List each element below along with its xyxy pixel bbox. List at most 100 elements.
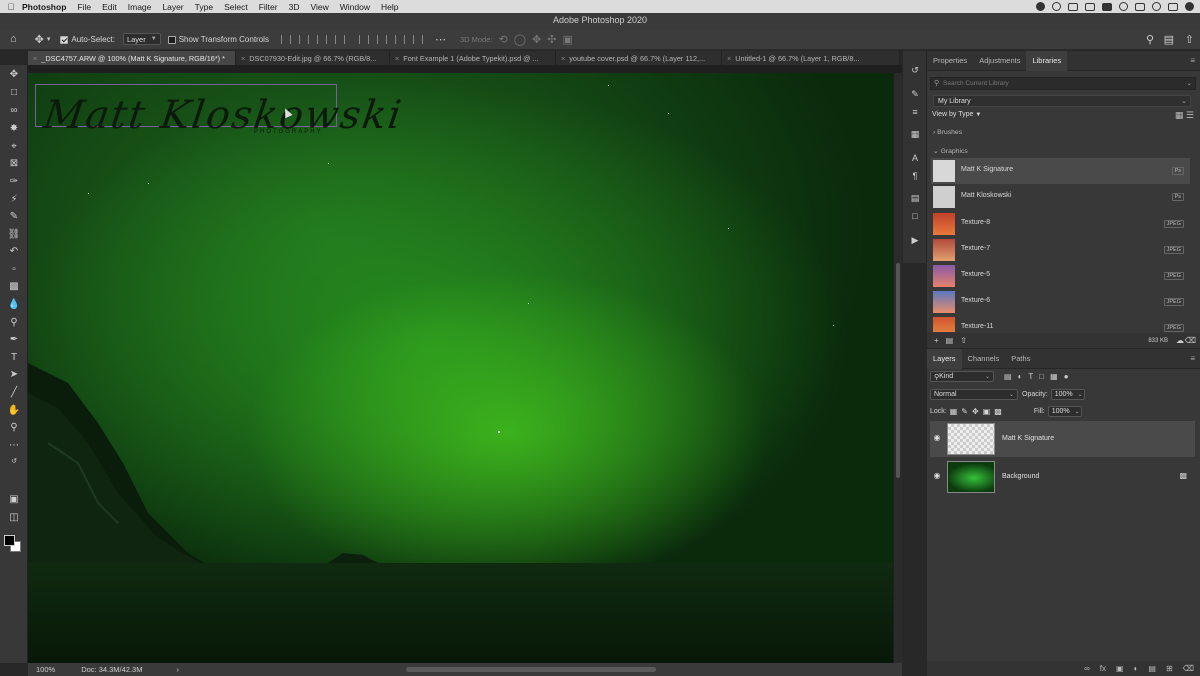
shape-filter-icon[interactable]: □	[1039, 372, 1044, 381]
library-select[interactable]: My Library ⌄	[933, 95, 1191, 107]
menu-view[interactable]: View	[310, 2, 328, 12]
eye-icon[interactable]: ◉	[932, 434, 942, 442]
library-item[interactable]: Matt Kloskowski Ps	[931, 184, 1190, 210]
lock-image-icon[interactable]: ✎	[961, 407, 968, 416]
marquee-tool-icon[interactable]: □	[6, 86, 22, 100]
line-tool-icon[interactable]: ╱	[6, 386, 22, 400]
align-right-icon[interactable]	[316, 34, 327, 44]
wifi-icon[interactable]	[1119, 2, 1128, 11]
blend-mode-dropdown[interactable]: Normal ⌄	[930, 389, 1018, 400]
play-action-icon[interactable]: ▶	[909, 235, 921, 245]
upload-icon[interactable]: ⇧	[960, 336, 967, 345]
new-layer-icon[interactable]: ⊞	[1166, 664, 1173, 673]
align-left-icon[interactable]	[280, 34, 291, 44]
glyphs-panel-icon[interactable]: ▤	[909, 193, 921, 203]
link-layers-icon[interactable]: ∞	[1084, 664, 1090, 673]
chevron-down-icon[interactable]: ⌄	[1078, 391, 1083, 398]
dropbox-icon[interactable]	[1052, 2, 1061, 11]
creative-cloud-icon[interactable]	[1036, 2, 1045, 11]
tab-properties[interactable]: Properties	[927, 51, 973, 71]
share-icon[interactable]: ⇧	[1185, 33, 1194, 46]
home-icon[interactable]: ⌂	[10, 33, 17, 45]
close-icon[interactable]: ×	[727, 54, 731, 63]
distribute-vertical-icon[interactable]	[412, 34, 423, 44]
layer-row[interactable]: ◉ Background ▩	[930, 459, 1195, 495]
swap-colors-icon[interactable]: ↺	[6, 455, 22, 469]
tool-preset-chevron-icon[interactable]: ▾	[47, 35, 51, 43]
signature-layer-bounds[interactable]: Matt Kloskowski PHOTOGRAPHY	[35, 84, 406, 138]
tab-libraries[interactable]: Libraries	[1026, 50, 1068, 71]
grid-view-icon[interactable]: ▦	[1175, 110, 1184, 120]
distribute-horizontal-icon[interactable]	[334, 34, 345, 44]
gradient-tool-icon[interactable]: ▩	[6, 280, 22, 294]
tab-adjustments[interactable]: Adjustments	[973, 51, 1026, 71]
quick-mask-icon[interactable]: ▣	[6, 493, 22, 507]
vertical-scrollbar[interactable]	[894, 73, 902, 663]
history-panel-icon[interactable]: ↺	[909, 65, 921, 75]
menu-3d[interactable]: 3D	[289, 2, 300, 12]
eye-icon[interactable]: ◉	[932, 472, 942, 480]
type-tool-icon[interactable]: T	[6, 351, 22, 365]
doc-tab-4[interactable]: × youtube cover.psd @ 66.7% (Layer 112,.…	[556, 51, 722, 65]
image-canvas[interactable]: Matt Kloskowski PHOTOGRAPHY	[28, 73, 893, 663]
pen-tool-icon[interactable]: ✒	[6, 333, 22, 347]
spotlight-icon[interactable]	[1152, 2, 1161, 11]
panel-menu-icon[interactable]: ≡	[1190, 354, 1195, 363]
group-folder-icon[interactable]: ▤	[1148, 664, 1156, 673]
crop-tool-icon[interactable]: ⌖	[6, 140, 22, 154]
lasso-tool-icon[interactable]: ∞	[6, 104, 22, 118]
clone-source-icon[interactable]: ▦	[909, 129, 921, 139]
align-bottom-icon[interactable]	[394, 34, 405, 44]
menu-file[interactable]: File	[77, 2, 91, 12]
layer-filter-kind-dropdown[interactable]: ⚲ Kind ⌄	[930, 371, 994, 382]
type-filter-icon[interactable]: T	[1028, 372, 1033, 381]
siri-icon[interactable]	[1185, 2, 1194, 11]
healing-brush-tool-icon[interactable]: ⚡	[6, 193, 22, 207]
history-brush-tool-icon[interactable]: ↶	[6, 245, 22, 259]
opacity-input[interactable]: 100% ⌄	[1050, 389, 1085, 400]
menu-window[interactable]: Window	[340, 2, 370, 12]
search-icon[interactable]: ⚲	[1146, 33, 1154, 46]
library-item[interactable]: Texture-7 JPEG	[931, 237, 1190, 263]
brush-tool-icon[interactable]: ✎	[6, 210, 22, 224]
layer-mask-icon[interactable]: ▣	[1116, 664, 1124, 673]
lock-artboard-icon[interactable]: ▣	[983, 407, 991, 416]
filter-toggle-icon[interactable]: ●	[1064, 372, 1069, 381]
move-tool-icon[interactable]: ✥	[6, 68, 22, 82]
horizontal-scrollbar[interactable]	[406, 667, 656, 672]
screen-record-icon[interactable]	[1085, 2, 1095, 11]
menu-edit[interactable]: Edit	[102, 2, 117, 12]
paragraph-panel-icon[interactable]: ¶	[909, 171, 921, 181]
more-options-icon[interactable]: ⋯	[435, 33, 446, 46]
close-icon[interactable]: ×	[561, 54, 565, 63]
chevron-right-icon[interactable]: ›	[176, 665, 179, 674]
control-center-icon[interactable]	[1168, 2, 1178, 11]
clone-stamp-tool-icon[interactable]: ⛓	[6, 228, 22, 242]
doc-tab-2[interactable]: × DSC07930-Edit.jpg @ 66.7% (RGB/8...	[236, 51, 390, 65]
notes-panel-icon[interactable]: □	[909, 211, 921, 221]
layer-row[interactable]: ◉ Matt K Signature	[930, 421, 1195, 457]
menu-layer[interactable]: Layer	[162, 2, 183, 12]
path-selection-tool-icon[interactable]: ➤	[6, 368, 22, 382]
doc-tab-3[interactable]: × Font Example 1 (Adobe Typekit).psd @ .…	[390, 51, 556, 65]
auto-select-checkbox[interactable]	[60, 36, 69, 44]
dodge-tool-icon[interactable]: ⚲	[6, 316, 22, 330]
pixel-filter-icon[interactable]: ▤	[1004, 372, 1012, 381]
show-transform-checkbox[interactable]	[167, 36, 176, 44]
menu-help[interactable]: Help	[381, 2, 398, 12]
show-transform-toggle[interactable]: Show Transform Controls	[167, 35, 269, 44]
menu-select[interactable]: Select	[224, 2, 248, 12]
align-middle-icon[interactable]	[376, 34, 387, 44]
library-item[interactable]: Matt K Signature Ps	[931, 158, 1190, 184]
trash-icon[interactable]: ⌫	[1183, 664, 1194, 673]
blur-tool-icon[interactable]: 💧	[6, 298, 22, 312]
brush-settings-icon[interactable]: ✎	[909, 89, 921, 99]
tab-layers[interactable]: Layers	[927, 348, 962, 369]
tab-paths[interactable]: Paths	[1005, 349, 1036, 369]
library-item[interactable]: Texture-11 JPEG	[931, 315, 1190, 332]
library-item[interactable]: Texture-5 JPEG	[931, 263, 1190, 289]
eraser-tool-icon[interactable]: ▫	[6, 263, 22, 277]
layer-style-icon[interactable]: fx	[1100, 664, 1106, 673]
screen-mode-icon[interactable]: ◫	[6, 511, 22, 525]
view-by-dropdown[interactable]: View by Type ▼	[932, 111, 981, 118]
